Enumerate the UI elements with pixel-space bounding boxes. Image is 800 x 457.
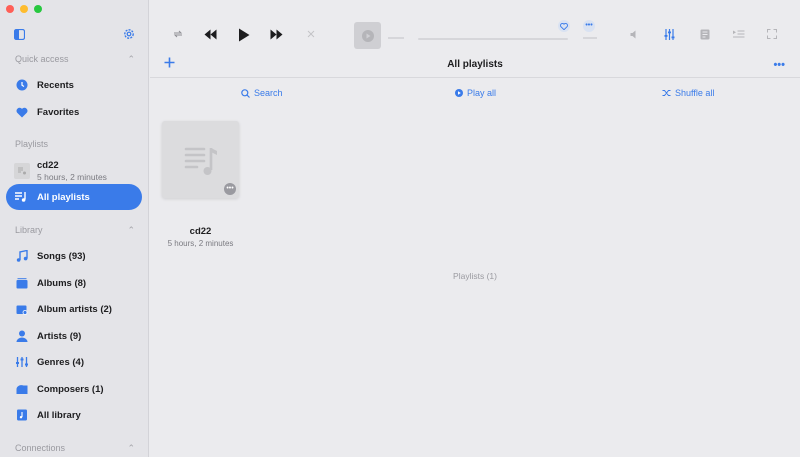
sidebar-playlist-cd22[interactable]: cd22 5 hours, 2 minutes	[14, 160, 107, 182]
play-circle-icon	[455, 89, 463, 97]
person-icon	[15, 330, 28, 343]
sidebar-item-favorites[interactable]: Favorites	[6, 99, 142, 125]
settings-gear-icon[interactable]	[123, 27, 135, 45]
zoom-window-button[interactable]	[34, 5, 42, 13]
page-title: All playlists	[447, 59, 503, 70]
playlist-card-title: cd22	[189, 226, 212, 237]
music-note-icon	[15, 250, 28, 263]
play-icon[interactable]	[238, 28, 250, 42]
close-window-button[interactable]	[6, 5, 14, 13]
section-playlists-label: Playlists	[15, 139, 49, 149]
playlist-placeholder-icon	[184, 147, 217, 175]
chevron-up-icon[interactable]: ⌃	[127, 443, 135, 454]
section-quick-access-label: Quick access	[15, 54, 69, 64]
shuffle-all-button-label: Shuffle all	[675, 88, 715, 98]
sidebar-item-all-library[interactable]: All library	[6, 402, 142, 428]
section-quick-access[interactable]: Quick access ⌃	[15, 54, 135, 65]
repeat-icon[interactable]	[173, 30, 183, 38]
sidebar-item-songs[interactable]: Songs (93)	[6, 243, 142, 269]
sidebar-item-label: Album artists (2)	[37, 303, 112, 315]
sidebar-item-label: Favorites	[37, 106, 80, 118]
sidebar-item-all-playlists[interactable]: All playlists	[6, 184, 142, 210]
library-icon	[15, 409, 28, 422]
sidebar-playlist-title: cd22	[37, 160, 59, 171]
sidebar-item-label: Artists (9)	[37, 330, 82, 342]
clock-icon	[15, 79, 28, 92]
remaining-time-placeholder	[583, 37, 597, 39]
albums-icon	[15, 277, 28, 290]
search-button-label: Search	[254, 88, 283, 98]
playlist-count-label: Playlists (1)	[453, 271, 497, 281]
content-header: All playlists •••	[150, 54, 800, 78]
track-more-icon[interactable]: •••	[583, 20, 595, 32]
action-bar: Search Play all Shuffle all	[150, 88, 800, 102]
sidebar-item-recents[interactable]: Recents	[6, 72, 142, 98]
fullscreen-icon[interactable]	[767, 29, 777, 39]
sidebar-item-label: All playlists	[37, 191, 90, 203]
chevron-up-icon[interactable]: ⌃	[127, 225, 135, 236]
section-library-label: Library	[15, 225, 43, 235]
section-library[interactable]: Library ⌃	[15, 225, 135, 236]
playlist-more-icon[interactable]: •••	[224, 183, 236, 195]
elapsed-time-placeholder	[388, 37, 404, 39]
sidebar-item-label: All library	[37, 409, 81, 421]
sidebar-item-genres[interactable]: Genres (4)	[6, 349, 142, 375]
section-playlists[interactable]: Playlists	[15, 139, 135, 149]
main-content: ••• All playlists ••• Search Play all Sh…	[150, 0, 800, 457]
shuffle-icon	[662, 90, 671, 96]
sidebar-item-album-artists[interactable]: Album artists (2)	[6, 296, 142, 322]
sidebar-playlist-subtitle: 5 hours, 2 minutes	[37, 172, 107, 182]
chevron-up-icon[interactable]: ⌃	[127, 54, 135, 65]
playlist-card[interactable]: ••• cd22 5 hours, 2 minutes	[162, 121, 239, 248]
sidebar-item-label: Songs (93)	[37, 250, 86, 262]
shuffle-all-button[interactable]: Shuffle all	[662, 88, 714, 98]
sidebar-item-label: Genres (4)	[37, 356, 84, 368]
now-playing-artwork[interactable]	[354, 22, 381, 49]
equalizer-icon[interactable]	[664, 29, 675, 40]
heart-icon	[15, 106, 28, 119]
favorite-heart-icon[interactable]	[558, 20, 570, 32]
more-options-icon[interactable]: •••	[773, 59, 785, 71]
sidebar-item-composers[interactable]: Composers (1)	[6, 376, 142, 402]
sidebar-item-label: Recents	[37, 79, 74, 91]
volume-icon[interactable]	[630, 30, 640, 39]
next-track-icon[interactable]	[270, 29, 283, 40]
section-connections[interactable]: Connections ⌃	[15, 443, 135, 454]
sidebar-item-albums[interactable]: Albums (8)	[6, 270, 142, 296]
sidebar-item-artists[interactable]: Artists (9)	[6, 323, 142, 349]
piano-icon	[15, 383, 28, 396]
album-artists-icon	[15, 303, 28, 316]
section-connections-label: Connections	[15, 443, 66, 453]
sidebar-item-label: Composers (1)	[37, 383, 104, 395]
playlist-icon	[15, 191, 28, 204]
search-button[interactable]: Search	[241, 88, 283, 98]
sidebar-toggle-icon[interactable]	[13, 27, 26, 45]
previous-track-icon[interactable]	[204, 29, 217, 40]
sidebar: Quick access ⌃ Recents Favorites Playlis…	[0, 0, 149, 457]
playlist-card-subtitle: 5 hours, 2 minutes	[167, 239, 234, 248]
queue-icon[interactable]	[733, 29, 745, 39]
playlist-thumbnail-icon	[14, 163, 30, 179]
minimize-window-button[interactable]	[20, 5, 28, 13]
play-all-button-label: Play all	[467, 88, 497, 98]
shuffle-icon[interactable]	[307, 30, 316, 38]
playback-progress-bar[interactable]	[418, 38, 568, 40]
play-all-button[interactable]: Play all	[455, 88, 496, 98]
search-icon	[241, 88, 250, 98]
lyrics-icon[interactable]	[700, 29, 710, 40]
sidebar-item-label: Albums (8)	[37, 277, 87, 289]
window-controls	[6, 5, 42, 13]
genres-icon	[15, 356, 28, 369]
playlist-cover[interactable]: •••	[162, 121, 239, 198]
